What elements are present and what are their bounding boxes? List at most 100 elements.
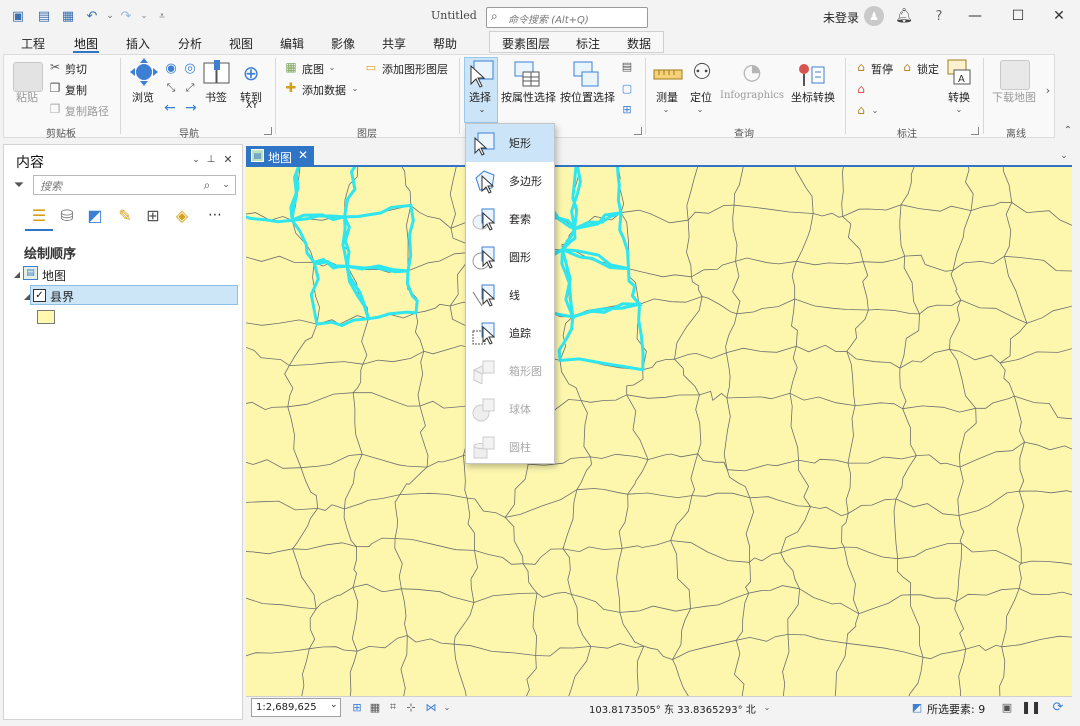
- previous-extent-icon[interactable]: ←: [161, 100, 179, 116]
- menu-item-line[interactable]: 线: [466, 276, 554, 314]
- measure-button[interactable]: 测量: [656, 89, 678, 105]
- layer-symbol-swatch[interactable]: [37, 310, 55, 324]
- map-scale-combobox[interactable]: 1:2,689,625 ⌄: [251, 698, 341, 717]
- download-map-button[interactable]: 下载地图: [992, 89, 1036, 105]
- list-by-selection-icon[interactable]: ◩: [84, 204, 106, 226]
- view-tabs-dropdown-icon[interactable]: ⌄: [1058, 150, 1070, 162]
- tab-imagery[interactable]: 影像: [331, 35, 355, 52]
- pin-icon[interactable]: ⊥: [205, 153, 217, 165]
- basemap-dropdown-icon[interactable]: ⌄: [327, 62, 337, 72]
- avatar[interactable]: ♟: [864, 6, 884, 26]
- list-by-drawing-order-icon[interactable]: ☰: [28, 204, 50, 226]
- basemap-button[interactable]: 底图: [302, 61, 324, 77]
- navigation-dropdown-icon[interactable]: ⌄: [442, 701, 452, 713]
- maximize-button[interactable]: ☐: [1005, 4, 1031, 28]
- next-extent-icon[interactable]: →: [182, 100, 200, 116]
- copy-path-button[interactable]: 复制路径: [65, 103, 109, 119]
- label-priority-icon[interactable]: ⌂: [853, 103, 869, 117]
- pane-options-icon[interactable]: ⌄: [190, 154, 202, 166]
- attributes-table-icon[interactable]: ▤: [620, 59, 634, 73]
- measure-dropdown-icon[interactable]: ⌄: [661, 104, 671, 114]
- tab-view[interactable]: 视图: [229, 35, 253, 52]
- help-button[interactable]: ?: [930, 8, 948, 24]
- tab-help[interactable]: 帮助: [433, 35, 457, 52]
- add-data-dropdown-icon[interactable]: ⌄: [350, 83, 360, 93]
- convert-button[interactable]: 转换: [948, 89, 970, 105]
- tab-edit[interactable]: 编辑: [280, 35, 304, 52]
- map-tree-item[interactable]: 地图: [42, 267, 66, 284]
- lock-button[interactable]: 锁定: [917, 61, 939, 77]
- menu-item-trace[interactable]: 追踪: [466, 314, 554, 352]
- full-extent-icon[interactable]: ◉: [163, 60, 179, 76]
- labeling-launcher-icon[interactable]: [971, 127, 979, 135]
- command-search-input[interactable]: ⌕ 命令搜索 (Alt+Q): [486, 7, 648, 28]
- selection-launcher-icon[interactable]: [634, 127, 642, 135]
- zoom-to-selection-icon[interactable]: ⊞: [620, 102, 634, 116]
- tab-project[interactable]: 工程: [21, 35, 45, 52]
- filter-icon[interactable]: ⏷: [12, 177, 26, 193]
- list-by-labeling-icon[interactable]: ◈: [171, 204, 193, 226]
- customize-toolbar-icon[interactable]: ⩡: [152, 6, 172, 26]
- fixed-zoom-out-icon[interactable]: ⤢: [182, 80, 198, 96]
- minimize-button[interactable]: —: [962, 4, 988, 28]
- more-options-icon[interactable]: ⋯: [204, 204, 226, 226]
- coordinate-conversion-button[interactable]: 坐标转换: [791, 89, 835, 105]
- pause-button[interactable]: 暂停: [871, 61, 893, 77]
- contents-search-input[interactable]: 搜索 ⌕ ⌄: [33, 175, 236, 195]
- select-by-attributes-button[interactable]: 按属性选择: [501, 89, 556, 105]
- map-canvas[interactable]: [246, 167, 1072, 696]
- menu-item-sphere[interactable]: 球体: [466, 390, 554, 428]
- ribbon-scroll-right-icon[interactable]: ›: [1042, 82, 1054, 98]
- menu-item-polygon[interactable]: 多边形: [466, 162, 554, 200]
- locate-dropdown-icon[interactable]: ⌄: [695, 104, 705, 114]
- tab-feature-layer[interactable]: 要素图层: [502, 35, 550, 52]
- list-by-editing-icon[interactable]: ✎: [114, 204, 136, 226]
- redo-dropdown-icon[interactable]: ⌄: [134, 6, 154, 26]
- coordinate-format-dropdown-icon[interactable]: ⌄: [762, 701, 772, 713]
- list-by-source-icon[interactable]: ⛁: [56, 204, 78, 226]
- menu-item-cylinder[interactable]: 圆柱: [466, 428, 554, 466]
- close-map-tab-icon[interactable]: ✕: [298, 148, 308, 162]
- paste-button[interactable]: 粘贴: [16, 89, 38, 105]
- undo-icon[interactable]: ↶: [82, 6, 102, 26]
- tab-labeling[interactable]: 标注: [576, 35, 600, 52]
- tab-insert[interactable]: 插入: [126, 35, 150, 52]
- navigate-launcher-icon[interactable]: [264, 127, 272, 135]
- close-pane-icon[interactable]: ✕: [222, 153, 234, 166]
- menu-item-rectangle[interactable]: 矩形: [466, 124, 554, 162]
- refresh-icon[interactable]: ⟳: [1050, 700, 1066, 715]
- menu-item-lasso[interactable]: 套索: [466, 200, 554, 238]
- snapping-icon[interactable]: ⌗: [386, 700, 400, 714]
- layer-visibility-checkbox[interactable]: ✓: [33, 289, 46, 302]
- new-project-icon[interactable]: ▣: [8, 6, 28, 26]
- menu-item-box[interactable]: 箱形图: [466, 352, 554, 390]
- list-by-snapping-icon[interactable]: ⊞: [142, 204, 164, 226]
- label-priority-dropdown-icon[interactable]: ⌄: [870, 105, 880, 115]
- explore-button[interactable]: 浏览: [132, 89, 154, 105]
- open-folder-icon[interactable]: ▤: [34, 6, 54, 26]
- clear-selection-icon[interactable]: ▢: [620, 81, 634, 95]
- unplaced-labels-icon[interactable]: ⌂: [853, 82, 869, 96]
- select-by-location-button[interactable]: 按位置选择: [560, 89, 615, 105]
- collapse-ribbon-icon[interactable]: ⌃: [1062, 124, 1074, 136]
- notification-bell-icon[interactable]: 🔔︎: [895, 7, 913, 25]
- scale-dropdown-icon[interactable]: ⌄: [330, 700, 338, 710]
- map-view-tab[interactable]: ▤ 地图 ✕: [246, 146, 314, 166]
- convert-dropdown-icon[interactable]: ⌄: [954, 104, 964, 114]
- grid-icon[interactable]: ▦: [368, 700, 382, 714]
- login-status[interactable]: 未登录: [823, 9, 859, 26]
- redo-icon[interactable]: ↷: [116, 6, 136, 26]
- search-dropdown-icon[interactable]: ⌄: [220, 179, 232, 191]
- cut-button[interactable]: 剪切: [65, 61, 87, 77]
- tab-analysis[interactable]: 分析: [178, 35, 202, 52]
- infographics-button[interactable]: Infographics: [720, 90, 784, 101]
- add-data-button[interactable]: 添加数据: [302, 82, 346, 98]
- tab-share[interactable]: 共享: [382, 35, 406, 52]
- save-icon[interactable]: ▦: [58, 6, 78, 26]
- close-button[interactable]: ✕: [1046, 4, 1072, 28]
- zoom-layer-icon[interactable]: ◎: [182, 60, 198, 76]
- bookmarks-button[interactable]: 书签: [205, 89, 227, 105]
- menu-item-circle[interactable]: 圆形: [466, 238, 554, 276]
- scale-settings-icon[interactable]: ⊞: [350, 700, 364, 714]
- tab-map[interactable]: 地图: [74, 35, 98, 52]
